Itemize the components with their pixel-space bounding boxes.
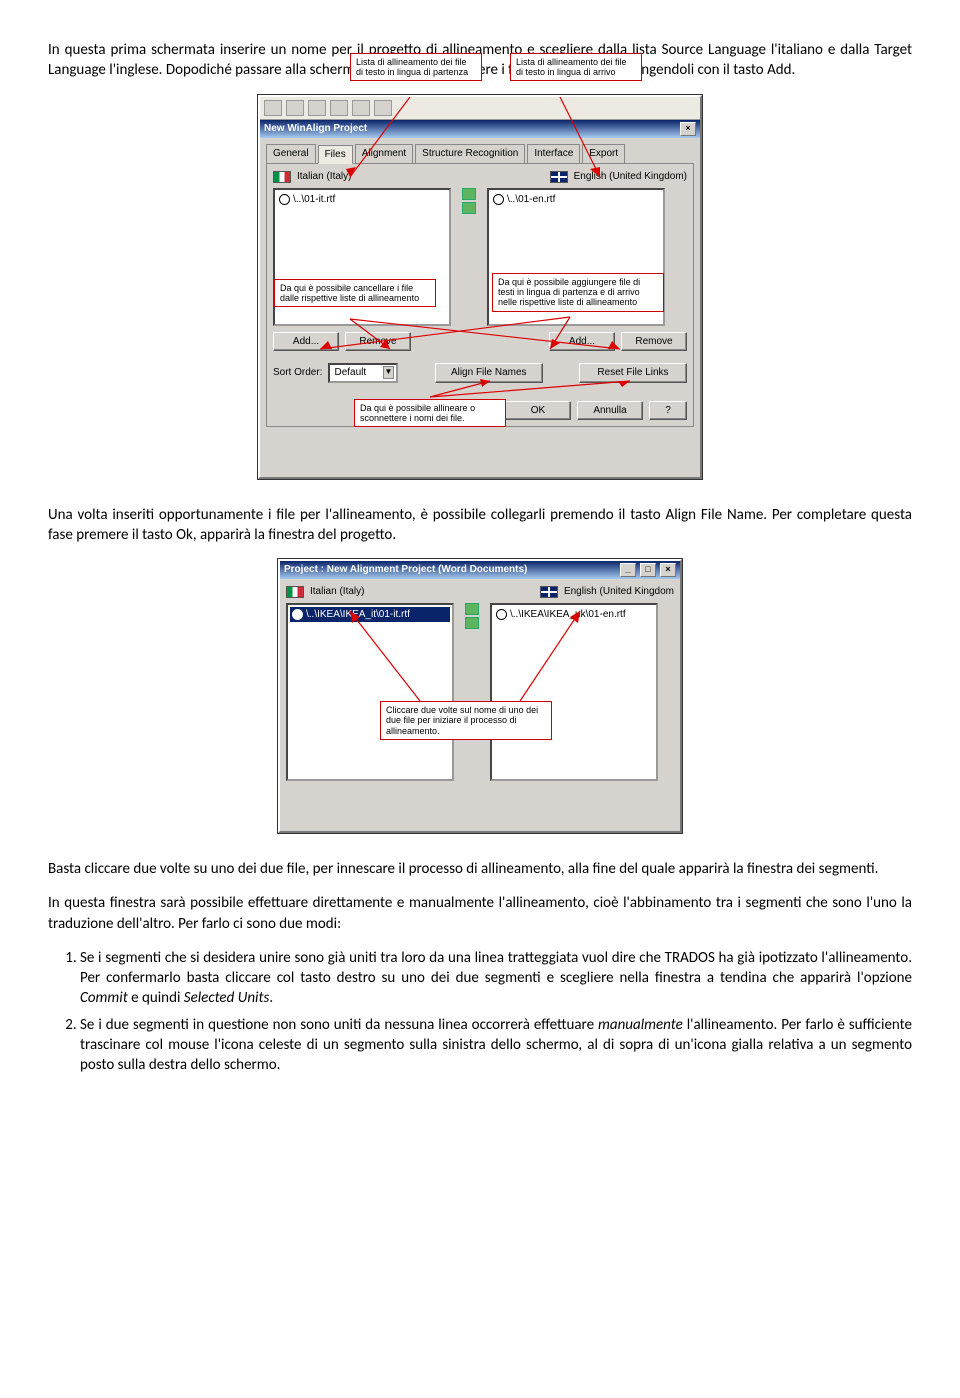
callout-remove: Da qui è possibile cancellare i file dal… <box>274 279 436 308</box>
target-files-list[interactable]: \..\IKEA\IKEA_uk\01-en.rtf <box>490 603 658 781</box>
align-file-names-button[interactable]: Align File Names <box>435 363 543 383</box>
window-titlebar: New WinAlign Project × <box>260 120 700 138</box>
paragraph-3: Basta cliccare due volte su uno dei due … <box>48 859 912 879</box>
file-icon <box>292 609 303 620</box>
help-button[interactable]: ? <box>649 401 687 421</box>
source-lang-label: Italian (Italy) <box>310 585 364 599</box>
tab-strip: General Files Alignment Structure Recogn… <box>260 138 700 164</box>
figure-2: Project : New Alignment Project (Word Do… <box>48 559 912 833</box>
callout-doubleclick: Cliccare due volte sul nome di uno dei d… <box>380 701 552 740</box>
window-title: Project : New Alignment Project (Word Do… <box>284 563 527 577</box>
minimize-icon[interactable]: _ <box>620 563 636 577</box>
window-titlebar: Project : New Alignment Project (Word Do… <box>280 561 680 579</box>
cancel-button[interactable]: Annulla <box>577 401 643 421</box>
link-icons <box>460 603 484 629</box>
target-lang-label: English (United Kingdom) <box>574 170 687 184</box>
flag-it-icon <box>286 586 304 598</box>
list-item[interactable]: \..\IKEA\IKEA_it\01-it.rtf <box>290 607 450 623</box>
tab-alignment[interactable]: Alignment <box>355 144 413 164</box>
tab-files[interactable]: Files <box>318 145 353 165</box>
source-lang-label: Italian (Italy) <box>297 170 351 184</box>
sort-order-combo[interactable]: Default <box>328 363 398 383</box>
close-icon[interactable]: × <box>660 563 676 577</box>
source-files-list[interactable]: \..\IKEA\IKEA_it\01-it.rtf <box>286 603 454 781</box>
sort-order-label: Sort Order: <box>273 366 322 380</box>
tab-interface[interactable]: Interface <box>527 144 580 164</box>
add-target-button[interactable]: Add... <box>549 332 615 352</box>
list-item[interactable]: \..\01-en.rtf <box>491 192 661 208</box>
remove-target-button[interactable]: Remove <box>621 332 687 352</box>
callout-source-list: Lista di allineamento dei file di testo … <box>350 53 482 82</box>
flag-it-icon <box>273 171 291 183</box>
tab-structure[interactable]: Structure Recognition <box>415 144 525 164</box>
window-title: New WinAlign Project <box>264 122 367 136</box>
reset-file-links-button[interactable]: Reset File Links <box>579 363 687 383</box>
file-icon <box>279 194 290 205</box>
target-lang-label: English (United Kingdom <box>564 585 674 599</box>
callout-align: Da qui è possibile allineare o sconnette… <box>354 399 506 428</box>
list-item[interactable]: \..\IKEA\IKEA_uk\01-en.rtf <box>494 607 654 623</box>
callout-add: Da qui è possibile aggiungere file di te… <box>492 273 664 312</box>
close-icon[interactable]: × <box>680 122 696 136</box>
file-icon <box>496 609 507 620</box>
ok-button[interactable]: OK <box>505 401 571 421</box>
tab-general[interactable]: General <box>266 144 316 164</box>
instructions-list: Se i segmenti che si desidera unire sono… <box>48 948 912 1076</box>
flag-uk-icon <box>540 586 558 598</box>
file-icon <box>493 194 504 205</box>
link-icons <box>457 188 481 214</box>
paragraph-4: In questa finestra sarà possibile effett… <box>48 893 912 934</box>
remove-source-button[interactable]: Remove <box>345 332 411 352</box>
list-item-1: Se i segmenti che si desidera unire sono… <box>80 948 912 1009</box>
figure-1: New WinAlign Project × General Files Ali… <box>48 95 912 479</box>
add-source-button[interactable]: Add... <box>273 332 339 352</box>
list-item[interactable]: \..\01-it.rtf <box>277 192 447 208</box>
flag-uk-icon <box>550 171 568 183</box>
maximize-icon[interactable]: □ <box>640 563 656 577</box>
callout-target-list: Lista di allineamento dei file di testo … <box>510 53 642 82</box>
paragraph-2: Una volta inseriti opportunamente i file… <box>48 505 912 546</box>
tab-export[interactable]: Export <box>582 144 625 164</box>
app-toolbar <box>260 97 700 120</box>
list-item-2: Se i due segmenti in questione non sono … <box>80 1015 912 1076</box>
